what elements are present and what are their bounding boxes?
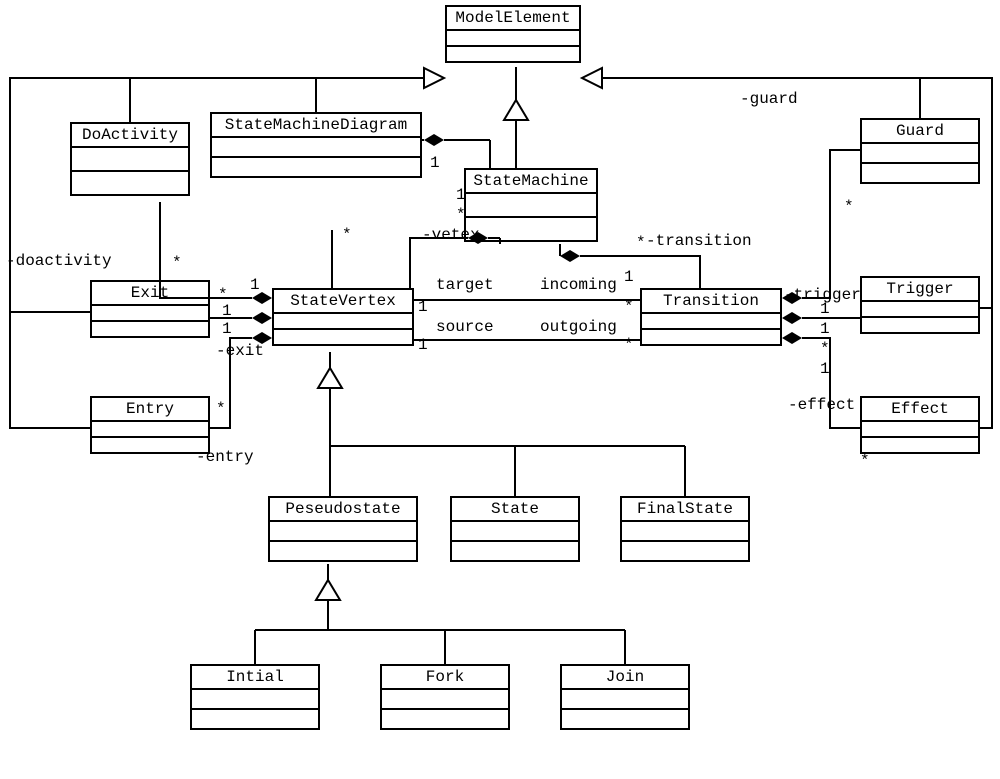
mult-star: * bbox=[624, 298, 634, 316]
mult-star: * bbox=[342, 226, 352, 244]
label-target: target bbox=[436, 276, 494, 294]
label-entry: -entry bbox=[196, 448, 254, 466]
class-name: State bbox=[452, 498, 578, 522]
label-incoming: incoming bbox=[540, 276, 617, 294]
label-effect: -effect bbox=[788, 396, 855, 414]
label-outgoing: outgoing bbox=[540, 318, 617, 336]
mult-star: * bbox=[820, 340, 830, 358]
class-join: Join bbox=[560, 664, 690, 730]
class-name: Fork bbox=[382, 666, 508, 690]
class-guard: Guard bbox=[860, 118, 980, 184]
mult-one: 1 bbox=[820, 300, 830, 318]
class-exit: Exit bbox=[90, 280, 210, 338]
class-name: Intial bbox=[192, 666, 318, 690]
class-trigger: Trigger bbox=[860, 276, 980, 334]
mult-one: 1 bbox=[624, 268, 634, 286]
mult-one: 1 bbox=[418, 336, 428, 354]
class-statevertex: StateVertex bbox=[272, 288, 414, 346]
class-name: Entry bbox=[92, 398, 208, 422]
class-name: StateVertex bbox=[274, 290, 412, 314]
connectors-overlay bbox=[0, 0, 1000, 779]
class-effect: Effect bbox=[860, 396, 980, 454]
mult-star: * bbox=[844, 198, 854, 216]
class-name: Exit bbox=[92, 282, 208, 306]
mult-star: * bbox=[636, 234, 646, 252]
label-guard: -guard bbox=[740, 90, 798, 108]
class-name: Trigger bbox=[862, 278, 978, 302]
class-transition: Transition bbox=[640, 288, 782, 346]
class-doactivity: DoActivity bbox=[70, 122, 190, 196]
class-name: Transition bbox=[642, 290, 780, 314]
class-name: ModelElement bbox=[447, 7, 579, 31]
class-intial: Intial bbox=[190, 664, 320, 730]
class-finalstate: FinalState bbox=[620, 496, 750, 562]
mult-one: 1 bbox=[222, 320, 232, 338]
class-name: Effect bbox=[862, 398, 978, 422]
class-entry: Entry bbox=[90, 396, 210, 454]
class-state: State bbox=[450, 496, 580, 562]
mult-one: 1 bbox=[430, 154, 440, 172]
mult-one: 1 bbox=[222, 302, 232, 320]
mult-one: 1 bbox=[456, 186, 466, 204]
class-name: Join bbox=[562, 666, 688, 690]
class-fork: Fork bbox=[380, 664, 510, 730]
class-peseudostate: Peseudostate bbox=[268, 496, 418, 562]
class-name: FinalState bbox=[622, 498, 748, 522]
uml-class-diagram-canvas: ModelElement DoActivity StateMachineDiag… bbox=[0, 0, 1000, 779]
mult-one: 1 bbox=[820, 320, 830, 338]
mult-star: * bbox=[860, 452, 870, 470]
mult-star: * bbox=[456, 206, 466, 224]
mult-star: * bbox=[624, 336, 634, 354]
label-doactivity: -doactivity bbox=[6, 252, 112, 270]
label-source: source bbox=[436, 318, 494, 336]
class-name: DoActivity bbox=[72, 124, 188, 148]
mult-star: * bbox=[172, 254, 182, 272]
mult-star: * bbox=[216, 400, 226, 418]
class-name: StateMachine bbox=[466, 170, 596, 194]
class-statemachinediagram: StateMachineDiagram bbox=[210, 112, 422, 178]
class-statemachine: StateMachine bbox=[464, 168, 598, 242]
mult-one: 1 bbox=[250, 276, 260, 294]
class-name: Peseudostate bbox=[270, 498, 416, 522]
mult-one: 1 bbox=[820, 360, 830, 378]
mult-one: 1 bbox=[418, 298, 428, 316]
class-modelelement: ModelElement bbox=[445, 5, 581, 63]
label-exit: -exit bbox=[216, 342, 264, 360]
label-transition: -transition bbox=[646, 232, 752, 250]
class-name: StateMachineDiagram bbox=[212, 114, 420, 138]
class-name: Guard bbox=[862, 120, 978, 144]
label-vetex: -vetex bbox=[422, 226, 480, 244]
